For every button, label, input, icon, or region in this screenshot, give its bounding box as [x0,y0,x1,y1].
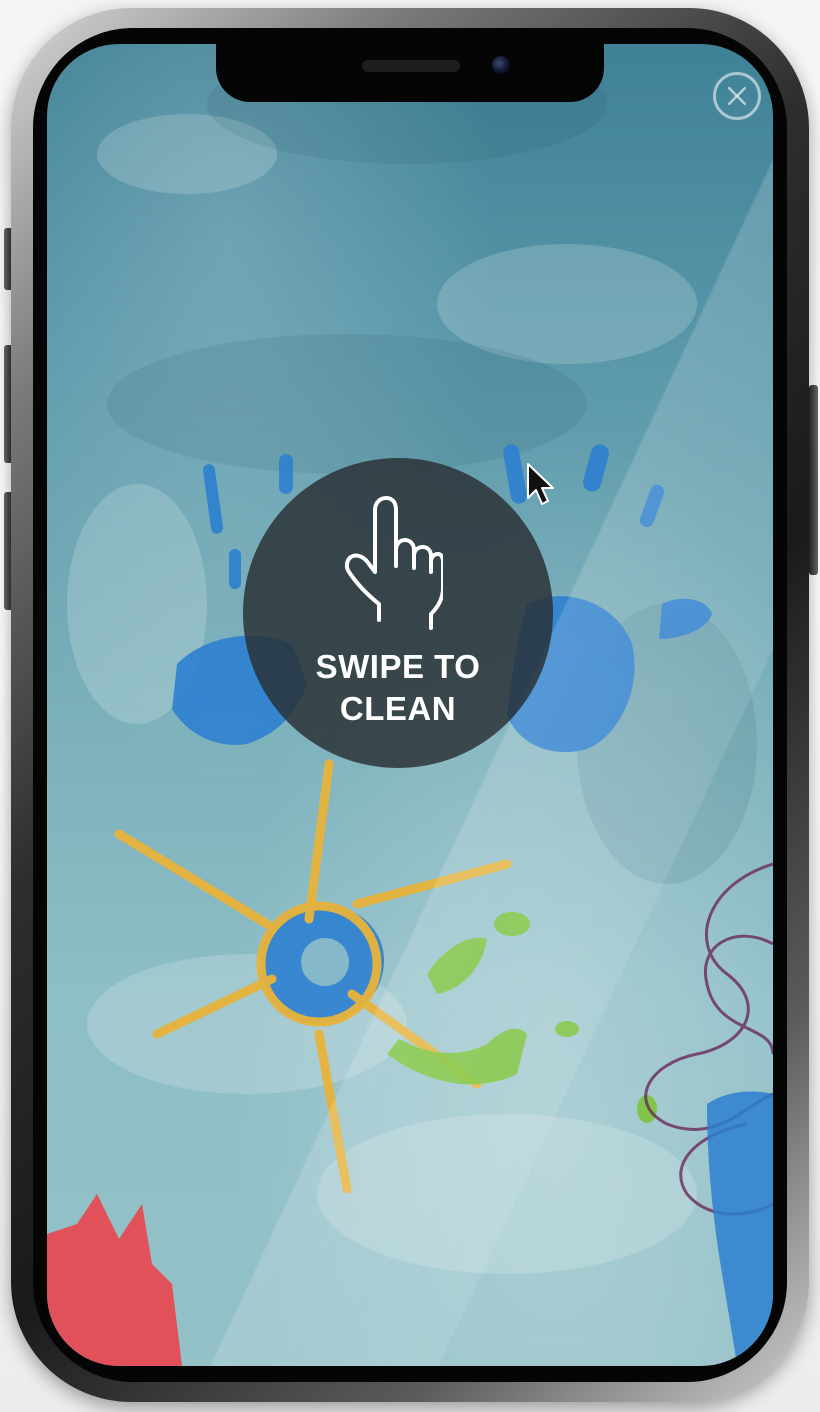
hand-pointer-icon [344,496,443,630]
close-button[interactable] [713,72,761,120]
front-camera [492,56,510,74]
mouse-cursor-icon [527,463,554,505]
power-button [809,385,818,575]
phone-frame: SWIPE TO CLEAN [11,8,809,1402]
swipe-to-clean-badge[interactable]: SWIPE TO CLEAN [243,458,553,768]
close-icon [727,86,747,106]
scene: SWIPE TO CLEAN [0,0,820,1412]
phone-notch [216,44,604,102]
swipe-instruction-label: SWIPE TO CLEAN [315,648,481,727]
blue-paint-streak [707,1091,773,1366]
green-paint [387,912,657,1123]
earpiece-speaker [362,60,460,72]
ad-screen[interactable]: SWIPE TO CLEAN [47,44,773,1366]
red-paint [47,1194,182,1366]
